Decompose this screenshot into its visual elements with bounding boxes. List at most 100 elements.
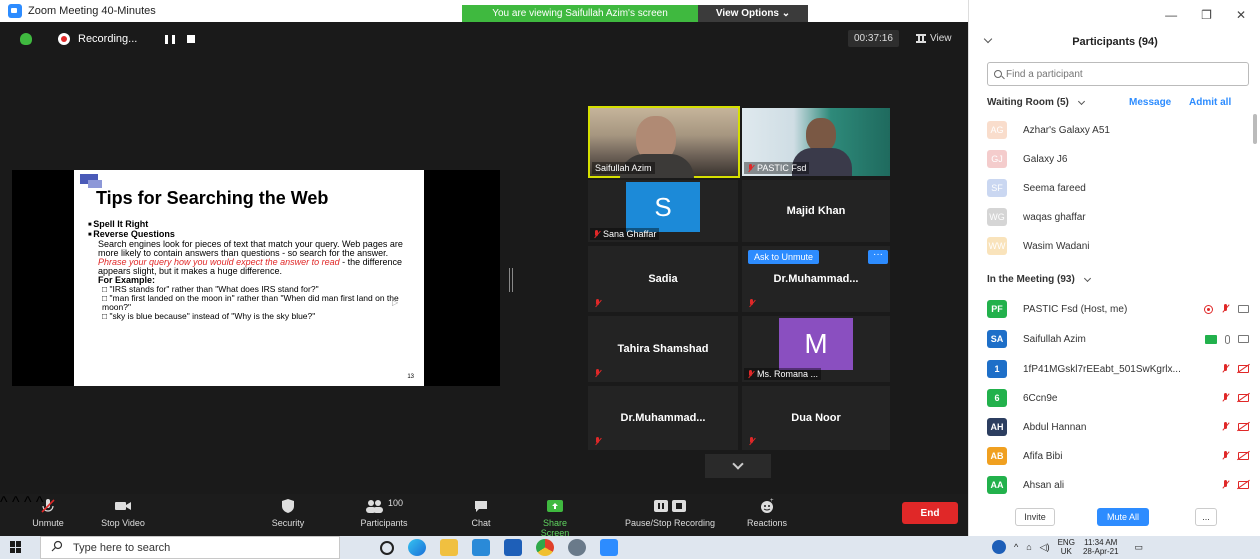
participant-search[interactable] — [987, 62, 1249, 86]
waiting-room-header[interactable]: Waiting Room (5) — [987, 97, 1085, 108]
muted-mic-icon[interactable] — [1221, 304, 1230, 314]
waiting-participant-row[interactable]: GJ Galaxy J6 — [987, 148, 1249, 170]
chevron-up-icon[interactable]: ^ — [1014, 542, 1018, 552]
edge-browser-icon[interactable] — [408, 539, 426, 556]
pause-stop-recording-button[interactable]: Pause/Stop Recording — [614, 498, 726, 528]
in-meeting-label: In the Meeting (93) — [987, 274, 1075, 285]
participant-name: waqas ghaffar — [1023, 211, 1086, 223]
unmute-button[interactable]: Unmute — [28, 498, 68, 528]
security-button[interactable]: Security — [266, 498, 310, 528]
volume-icon[interactable]: ◁) — [1040, 542, 1050, 553]
restore-icon[interactable]: ❐ — [1201, 8, 1212, 22]
file-explorer-icon[interactable] — [440, 539, 458, 556]
video-tile-ms-romana[interactable]: M Ms. Romana ... — [742, 316, 890, 382]
lang-code: ENG — [1057, 538, 1075, 547]
chat-button[interactable]: Chat — [466, 498, 496, 528]
shared-screen[interactable]: Tips for Searching the Web Spell It Righ… — [12, 170, 500, 386]
audio-options-caret[interactable]: ^ — [0, 494, 8, 511]
video-tile-sadia[interactable]: Sadia — [588, 246, 738, 312]
video-off-icon[interactable] — [1238, 423, 1249, 431]
muted-mic-icon[interactable] — [1221, 364, 1230, 374]
invite-button[interactable]: Invite — [1015, 508, 1055, 526]
taskbar-search[interactable]: Type here to search — [40, 536, 340, 559]
muted-mic-icon[interactable] — [1221, 480, 1230, 490]
windows-taskbar: Type here to search ^ ⌂ ◁) ENG UK 11:34 A… — [0, 536, 1260, 559]
video-tile-tahira-shamshad[interactable]: Tahira Shamshad — [588, 316, 738, 382]
muted-mic-icon[interactable] — [1221, 451, 1230, 461]
windows-start-icon[interactable] — [10, 541, 22, 553]
video-off-icon[interactable] — [1238, 452, 1249, 460]
security-shield-icon[interactable] — [20, 33, 32, 45]
video-tile-dr-muhammad-2[interactable]: Dr.Muhammad... — [588, 386, 738, 450]
stop-recording-icon[interactable] — [187, 35, 196, 43]
mic-icon[interactable] — [1225, 334, 1230, 344]
pause-stop-recording-label: Pause/Stop Recording — [624, 518, 716, 528]
muted-mic-icon[interactable] — [1221, 393, 1230, 403]
waiting-participant-row[interactable]: WW Wasim Wadani — [987, 235, 1249, 257]
app-icon[interactable] — [568, 539, 586, 556]
system-tray: ^ ⌂ ◁) ENG UK 11:34 AM 28-Apr-21 ▭ — [992, 538, 1143, 556]
admit-all-link[interactable]: Admit all — [1189, 97, 1231, 108]
reactions-button[interactable]: + Reactions — [740, 498, 794, 528]
help-icon[interactable] — [992, 540, 1006, 554]
participants-panel: — ❐ ✕ Participants (94) Waiting Room (5)… — [968, 0, 1260, 536]
minimize-icon[interactable]: — — [1165, 8, 1177, 22]
video-off-icon[interactable] — [1238, 481, 1249, 489]
stop-video-button[interactable]: Stop Video — [100, 498, 146, 528]
share-screen-button[interactable]: Share Screen — [528, 498, 582, 538]
video-tile-saifullah-azim[interactable]: Saifullah Azim — [588, 106, 740, 178]
chevron-down-icon — [1083, 274, 1091, 282]
participants-scrollbar[interactable] — [1253, 114, 1257, 144]
participant-row[interactable]: SA Saifullah Azim — [987, 328, 1249, 350]
participant-row[interactable]: AH Abdul Hannan — [987, 416, 1249, 438]
participant-row[interactable]: 1 1fP41MGskl7rEEabt_501SwKgrlx... — [987, 358, 1249, 380]
muted-mic-icon[interactable] — [1221, 422, 1230, 432]
video-off-icon[interactable] — [1238, 394, 1249, 402]
avatar: GJ — [987, 150, 1007, 168]
clock[interactable]: 11:34 AM 28-Apr-21 — [1083, 538, 1119, 556]
pause-recording-icon[interactable] — [165, 34, 176, 44]
in-meeting-header[interactable]: In the Meeting (93) — [987, 274, 1091, 285]
video-tile-dr-muhammad-1[interactable]: Ask to Unmute ··· Dr.Muhammad... — [742, 246, 890, 312]
mute-all-button[interactable]: Mute All — [1097, 508, 1149, 526]
waiting-participant-row[interactable]: SF Seema fareed — [987, 177, 1249, 199]
participant-search-input[interactable] — [1006, 68, 1226, 80]
split-resize-handle[interactable] — [509, 268, 513, 292]
chrome-icon[interactable] — [536, 539, 554, 556]
recording-icon — [58, 33, 70, 45]
video-off-icon[interactable] — [1238, 365, 1249, 373]
view-button[interactable]: View — [910, 30, 958, 47]
video-tile-sana-ghaffar[interactable]: S Sana Ghaffar — [588, 180, 738, 242]
word-icon[interactable] — [504, 539, 522, 556]
video-tile-pastic-fsd[interactable]: PASTIC Fsd — [742, 108, 890, 176]
view-options-button[interactable]: View Options ⌄ — [698, 5, 808, 22]
cortana-icon[interactable] — [380, 541, 394, 555]
video-tile-dua-noor[interactable]: Dua Noor — [742, 386, 890, 450]
participant-row[interactable]: AB Afifa Bibi — [987, 445, 1249, 467]
video-tile-majid-khan[interactable]: Majid Khan — [742, 180, 890, 242]
mail-icon[interactable] — [472, 539, 490, 556]
participant-row[interactable]: AA Ahsan ali — [987, 474, 1249, 496]
participant-name: Galaxy J6 — [1023, 153, 1068, 165]
video-icon[interactable] — [1238, 305, 1249, 313]
waiting-participant-row[interactable]: AG Azhar's Galaxy A51 — [987, 119, 1249, 141]
waiting-participant-row[interactable]: WG waqas ghaffar — [987, 206, 1249, 228]
more-options-button[interactable]: ... — [1195, 508, 1217, 526]
video-options-caret[interactable]: ^ — [12, 494, 20, 511]
zoom-app-icon[interactable] — [600, 539, 618, 556]
notification-icon[interactable]: ▭ — [1135, 542, 1144, 553]
close-icon[interactable]: ✕ — [1236, 8, 1246, 22]
end-meeting-button[interactable]: End — [902, 502, 958, 524]
message-waiting-room-link[interactable]: Message — [1129, 97, 1171, 108]
participants-button[interactable]: 100 Participants — [354, 498, 414, 528]
ask-to-unmute-button[interactable]: Ask to Unmute — [748, 250, 820, 264]
tile-more-button[interactable]: ··· — [868, 250, 888, 264]
language-indicator[interactable]: ENG UK — [1058, 538, 1075, 556]
network-icon[interactable]: ⌂ — [1026, 542, 1031, 552]
next-page-tiles-button[interactable] — [705, 454, 771, 478]
participant-row[interactable]: 6 6Ccn9e — [987, 387, 1249, 409]
video-icon[interactable] — [1238, 335, 1249, 343]
slide-example-3: "sky is blue because" instead of "Why is… — [102, 312, 418, 321]
participant-row-host[interactable]: PF PASTIC Fsd (Host, me) — [987, 298, 1249, 320]
grid-view-icon — [916, 34, 926, 43]
